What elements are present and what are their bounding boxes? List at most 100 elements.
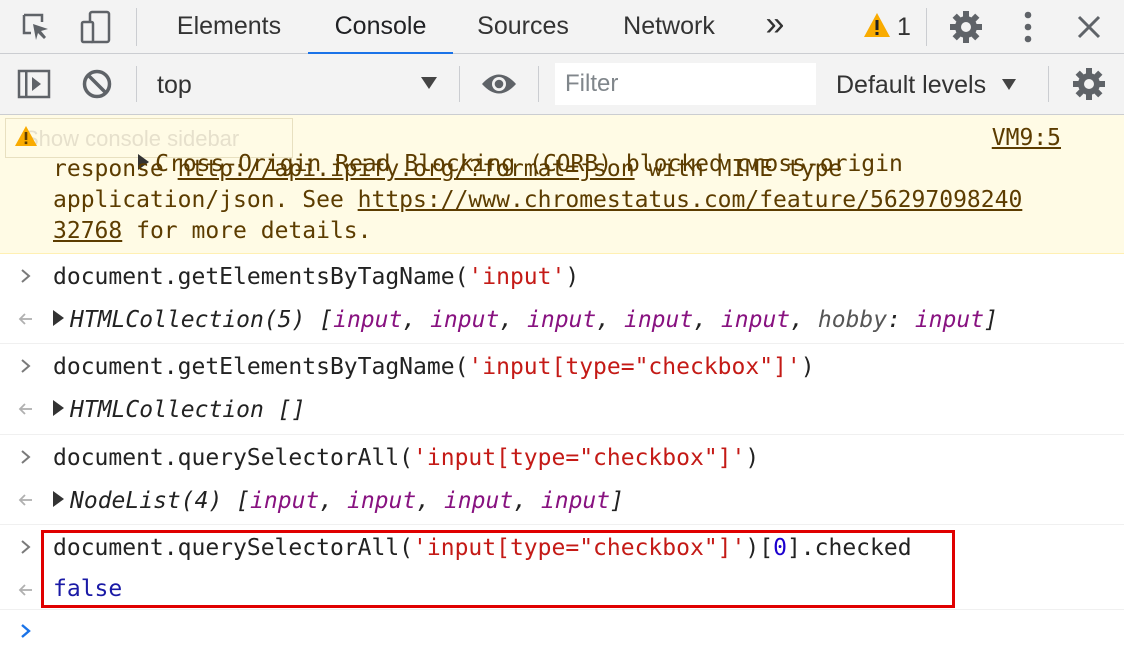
close-devtools-button[interactable] — [1069, 8, 1109, 46]
result-item[interactable]: input — [527, 307, 596, 333]
warning-line: 32768 for more details. — [53, 218, 372, 244]
warning-icon — [864, 13, 890, 37]
input-prompt-icon — [21, 450, 31, 464]
corb-warning-message: Show console sidebar Cross-Origin Read B… — [0, 115, 1124, 254]
gear-icon — [1073, 68, 1105, 100]
toolbar-divider — [1048, 66, 1049, 102]
command-text: ) — [745, 445, 760, 471]
command-text: document.getElementsByTagName( — [53, 354, 469, 380]
device-icon — [80, 10, 111, 44]
warning-text: with MIME type — [634, 156, 843, 182]
result-arrow-icon — [18, 584, 32, 596]
console-messages: Show console sidebar Cross-Origin Read B… — [0, 115, 1124, 660]
chromestatus-url-link-continued[interactable]: 32768 — [53, 218, 122, 244]
console-command[interactable]: document.querySelectorAll('input[type="c… — [53, 445, 759, 471]
result-arrow-icon — [18, 494, 32, 506]
devtools-tab-bar: Elements Console Sources Network » 1 — [0, 0, 1124, 55]
expand-triangle-icon[interactable] — [53, 491, 64, 507]
result-item[interactable]: input — [333, 307, 402, 333]
warning-line: response http://api.ipify.org/?format=js… — [53, 156, 842, 182]
result-type: NodeList(4) — [70, 488, 223, 514]
result-arrow-icon — [18, 313, 32, 325]
warning-text: application/json. See — [53, 187, 358, 213]
chevron-double-right-icon: » — [765, 5, 785, 43]
console-entry: document.getElementsByTagName('input') H… — [0, 254, 1124, 344]
result-item[interactable]: input — [915, 307, 984, 333]
input-prompt-icon — [21, 359, 31, 373]
gear-icon — [950, 11, 982, 43]
console-settings-button[interactable] — [1067, 64, 1111, 104]
warning-text: for more details. — [122, 218, 372, 244]
result-key: hobby — [817, 307, 888, 333]
tab-label: Sources — [477, 12, 569, 40]
clear-console-button[interactable] — [75, 64, 119, 104]
string-literal: 'input' — [468, 264, 566, 290]
command-text: ) — [565, 264, 580, 290]
eye-icon — [482, 74, 516, 94]
console-result[interactable]: NodeList(4) [input, input, input, input] — [53, 488, 624, 514]
clear-icon — [82, 69, 112, 99]
show-console-sidebar-button[interactable] — [12, 64, 56, 104]
result-item[interactable]: input — [347, 488, 416, 514]
command-text: document.querySelectorAll( — [53, 445, 414, 471]
toolbar-divider — [136, 8, 137, 46]
result-type: HTMLCollection(5) — [70, 307, 306, 333]
inspect-icon — [22, 13, 48, 40]
console-entry: document.querySelectorAll('input[type="c… — [0, 435, 1124, 525]
context-selector-value: top — [157, 71, 192, 99]
result-type: HTMLCollection — [70, 397, 264, 423]
warning-text: response — [53, 156, 178, 182]
warning-line: application/json. See https://www.chrome… — [53, 187, 1022, 213]
dropdown-arrow-icon — [1002, 79, 1016, 90]
prompt-chevron-icon — [21, 624, 31, 638]
warning-icon — [14, 125, 38, 153]
toolbar-divider — [538, 66, 539, 102]
live-expression-button[interactable] — [477, 64, 521, 104]
result-item[interactable]: input — [541, 488, 610, 514]
expand-triangle-icon[interactable] — [53, 310, 64, 326]
result-item[interactable]: input — [444, 488, 513, 514]
result-item[interactable]: input — [721, 307, 790, 333]
tab-sources[interactable]: Sources — [462, 0, 584, 54]
string-literal: 'input[type="checkbox"]' — [468, 354, 801, 380]
input-prompt-icon — [21, 540, 31, 554]
result-item[interactable]: input — [250, 488, 319, 514]
more-tabs-button[interactable]: » — [755, 0, 795, 54]
source-link[interactable]: VM9:5 — [992, 125, 1061, 151]
command-text: document.getElementsByTagName( — [53, 264, 469, 290]
result-arrow-icon — [18, 403, 32, 415]
warning-count: 1 — [897, 13, 911, 41]
console-prompt[interactable] — [0, 610, 1124, 660]
expand-triangle-icon[interactable] — [53, 400, 64, 416]
inspect-element-button[interactable] — [16, 8, 56, 46]
command-text: ) — [800, 354, 815, 380]
console-command[interactable]: document.getElementsByTagName('input') — [53, 264, 579, 290]
sidebar-toggle-icon — [17, 69, 51, 99]
tab-network[interactable]: Network — [605, 0, 733, 54]
filter-input[interactable] — [555, 63, 816, 105]
tab-console[interactable]: Console — [308, 0, 453, 55]
tab-label: Elements — [176, 12, 282, 40]
toolbar-divider — [459, 66, 460, 102]
device-toolbar-button[interactable] — [75, 8, 115, 46]
settings-button[interactable] — [946, 8, 986, 46]
console-result[interactable]: HTMLCollection(5) [input, input, input, … — [53, 307, 998, 333]
console-command[interactable]: document.getElementsByTagName('input[typ… — [53, 354, 815, 380]
dropdown-arrow-icon — [421, 77, 437, 89]
log-levels-label: Default levels — [836, 71, 987, 99]
result-item[interactable]: input — [430, 307, 499, 333]
ipify-url-link[interactable]: http://api.ipify.org/?format=json — [178, 156, 635, 182]
warnings-counter[interactable] — [863, 12, 891, 43]
chromestatus-url-link[interactable]: https://www.chromestatus.com/feature/562… — [358, 187, 1023, 213]
result-item[interactable]: input — [624, 307, 693, 333]
toolbar-divider — [926, 8, 927, 46]
console-toolbar: top Default levels — [0, 54, 1124, 115]
kebab-menu-icon — [1024, 11, 1032, 43]
tab-label: Console — [334, 12, 427, 40]
toolbar-divider — [136, 66, 137, 102]
tab-elements[interactable]: Elements — [159, 0, 299, 54]
tab-label: Network — [623, 12, 715, 40]
console-result[interactable]: HTMLCollection [] — [53, 397, 305, 423]
more-options-button[interactable] — [1008, 8, 1048, 46]
string-literal: 'input[type="checkbox"]' — [413, 445, 746, 471]
